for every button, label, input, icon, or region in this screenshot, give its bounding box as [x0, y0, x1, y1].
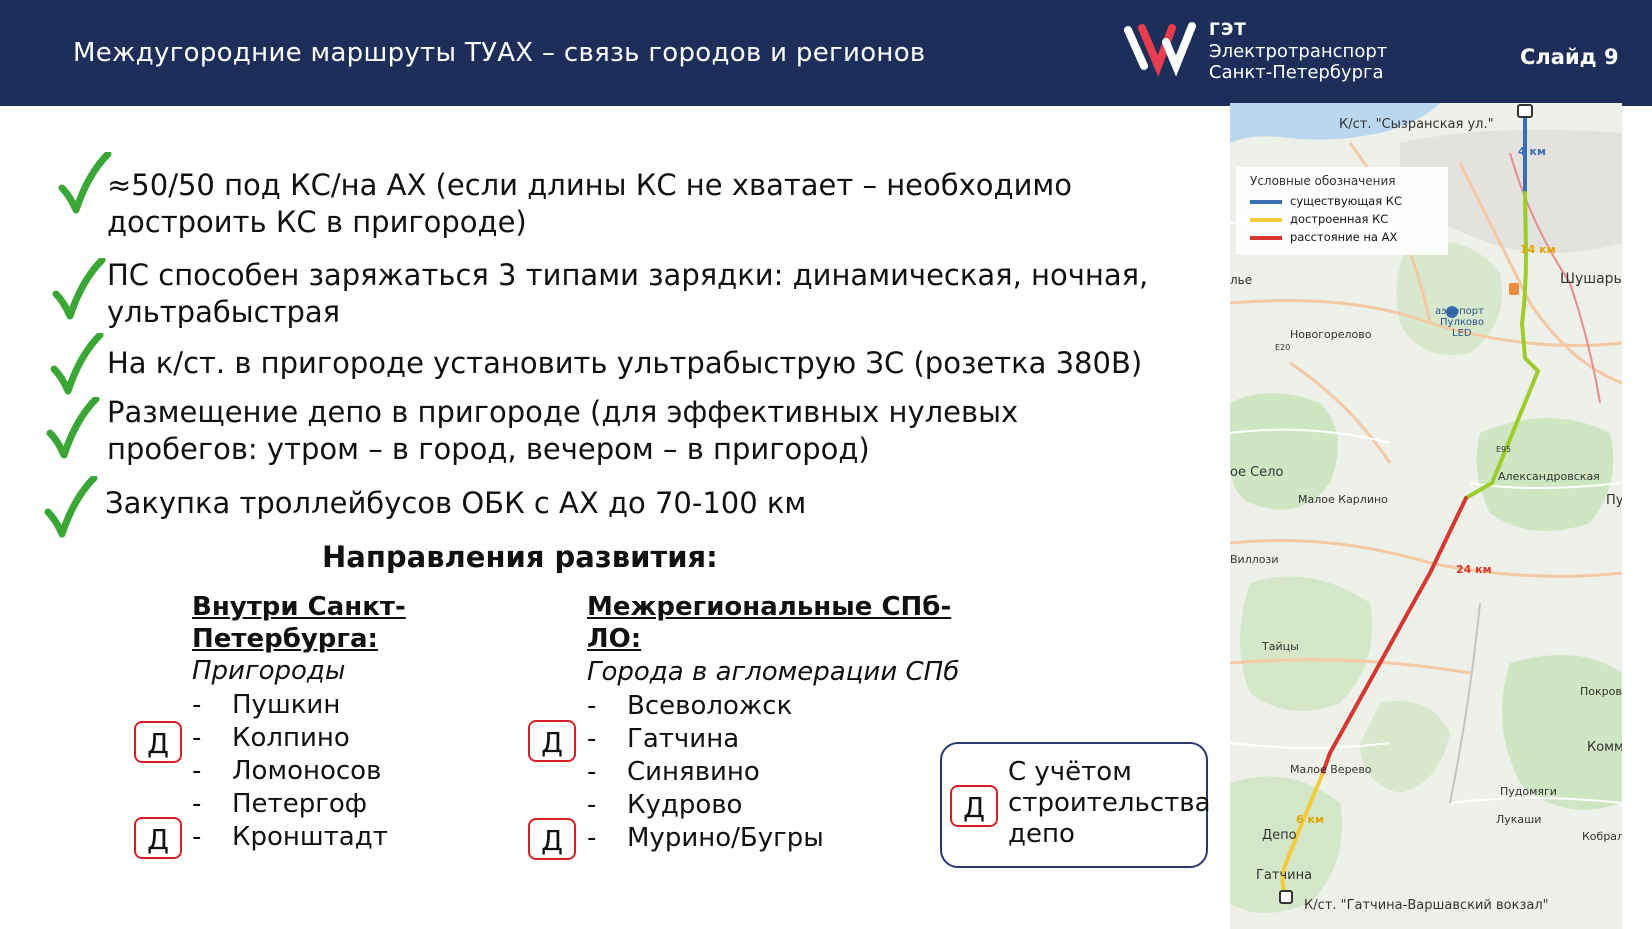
left-column-subtitle: Пригороды — [192, 656, 346, 686]
distance-label-battery: 24 км — [1456, 563, 1492, 576]
list-item: - Ломоносов — [192, 756, 382, 786]
get-logo-icon — [1124, 22, 1196, 77]
depot-badge: Д — [134, 817, 182, 859]
stop-bottom-label: К/ст. "Гатчина-Варшавский вокзал" — [1304, 898, 1549, 913]
list-item: - Гатчина — [587, 724, 740, 754]
checkmark-icon — [52, 258, 106, 320]
left-column-heading-line1: Внутри Санкт- — [192, 592, 406, 622]
logo-line1: Электротранспорт — [1209, 41, 1388, 62]
bullet-1-line2: достроить КС в пригороде) — [107, 205, 527, 239]
bullet-2-line2: ультрабыстрая — [107, 295, 341, 329]
checkmark-icon — [50, 333, 104, 395]
legend-title: Условные обозначения — [1250, 174, 1396, 188]
depot-badge: Д — [528, 720, 576, 762]
checkmark-icon — [46, 397, 100, 459]
place-tsarskoe-selo: ое Село — [1230, 465, 1284, 480]
checkmark-icon — [44, 476, 98, 538]
fuel-station-icon — [1509, 283, 1519, 295]
list-item: - Пушкин — [192, 690, 341, 720]
directions-title: Направления развития: — [322, 540, 718, 574]
place-pokrov: Покров — [1580, 685, 1622, 698]
place-depo: Депо — [1262, 828, 1297, 843]
checkmark-icon — [58, 152, 112, 214]
logo-abbr: ГЭТ — [1209, 20, 1247, 40]
place-ile: лье — [1230, 273, 1253, 287]
logo-text: ГЭТ Электротранспорт Санкт-Петербурга — [1209, 20, 1387, 83]
stop-top-label: К/ст. "Сызранская ул." — [1339, 117, 1494, 132]
route-segment-battery — [1320, 496, 1468, 777]
depot-badge: Д — [134, 721, 182, 763]
depot-badge: Д — [528, 818, 576, 860]
list-item: - Колпино — [192, 723, 350, 753]
road-label-e20: E20 — [1275, 343, 1291, 352]
distance-label-built: 14 км — [1520, 243, 1556, 256]
place-gatchina: Гатчина — [1256, 868, 1313, 883]
right-column-subtitle: Города в агломерации СПб — [587, 657, 960, 687]
distance-label-built-end: 6 км — [1296, 813, 1324, 826]
list-item: - Кронштадт — [192, 822, 388, 852]
list-item: - Всеволожск — [587, 691, 793, 721]
road-label-e95: E95 — [1496, 445, 1512, 454]
place-taitsy: Тайцы — [1262, 640, 1299, 653]
distance-label-existing: 4 км — [1518, 145, 1546, 158]
logo-line2: Санкт-Петербурга — [1209, 62, 1384, 83]
place-lukashi: Лукаши — [1496, 813, 1542, 826]
right-column-heading-line1: Межрегиональные СПб- — [587, 592, 952, 622]
list-item: - Кудрово — [587, 790, 743, 820]
bullet-4-line1: Размещение депо в пригороде (для эффекти… — [107, 395, 1019, 429]
depot-badge: Д — [950, 785, 998, 827]
bus-stop-icon — [1517, 104, 1533, 118]
list-item: - Петергоф — [192, 789, 367, 819]
map-legend: Условные обозначения существующая КС дос… — [1236, 167, 1448, 255]
bullet-4-line2: пробегов: утром – в город, вечером – в п… — [107, 432, 870, 466]
place-alexandrovskaya: Александровская — [1498, 470, 1600, 483]
right-column-heading-line2: ЛО: — [587, 624, 642, 654]
place-shushary: Шушары — [1560, 271, 1622, 287]
bullet-5: Закупка троллейбусов ОБК с АХ до 70-100 … — [105, 486, 807, 520]
depot-note-text: С учётом строительства депо — [1008, 757, 1211, 849]
place-airport-2: Пулково — [1440, 317, 1484, 328]
slide-title: Междугородние маршруты ТУАХ – связь горо… — [73, 38, 926, 68]
slide-number: Слайд 9 — [1520, 45, 1619, 69]
place-villozi: Виллози — [1230, 553, 1279, 566]
header-bar: Междугородние маршруты ТУАХ – связь горо… — [0, 0, 1652, 106]
left-column-heading-line2: Петербурга: — [192, 624, 378, 654]
place-novogorelovo: Новогорелово — [1290, 328, 1372, 341]
list-item: - Синявино — [587, 757, 760, 787]
place-kommunar: Коммун — [1587, 740, 1622, 755]
place-maloe-karlino: Малое Карлино — [1298, 493, 1388, 506]
place-pudomyagi: Пудомяги — [1500, 785, 1557, 798]
place-airport-1: аэропорт — [1435, 306, 1484, 317]
place-airport-3: LED — [1452, 328, 1472, 339]
place-kobralovo: Кобрало — [1582, 830, 1622, 843]
list-item: - Мурино/Бугры — [587, 823, 824, 853]
place-pu: Пу — [1606, 493, 1622, 508]
bullet-3: На к/ст. в пригороде установить ультрабы… — [107, 346, 1143, 380]
place-maloe-verevo: Малое Верево — [1290, 763, 1372, 776]
bullet-1-line1: ≈50/50 под КС/на АХ (если длины КС не хв… — [107, 168, 1073, 202]
bullet-2-line1: ПС способен заряжаться 3 типами зарядки:… — [107, 258, 1149, 292]
bus-stop-icon — [1279, 890, 1293, 904]
